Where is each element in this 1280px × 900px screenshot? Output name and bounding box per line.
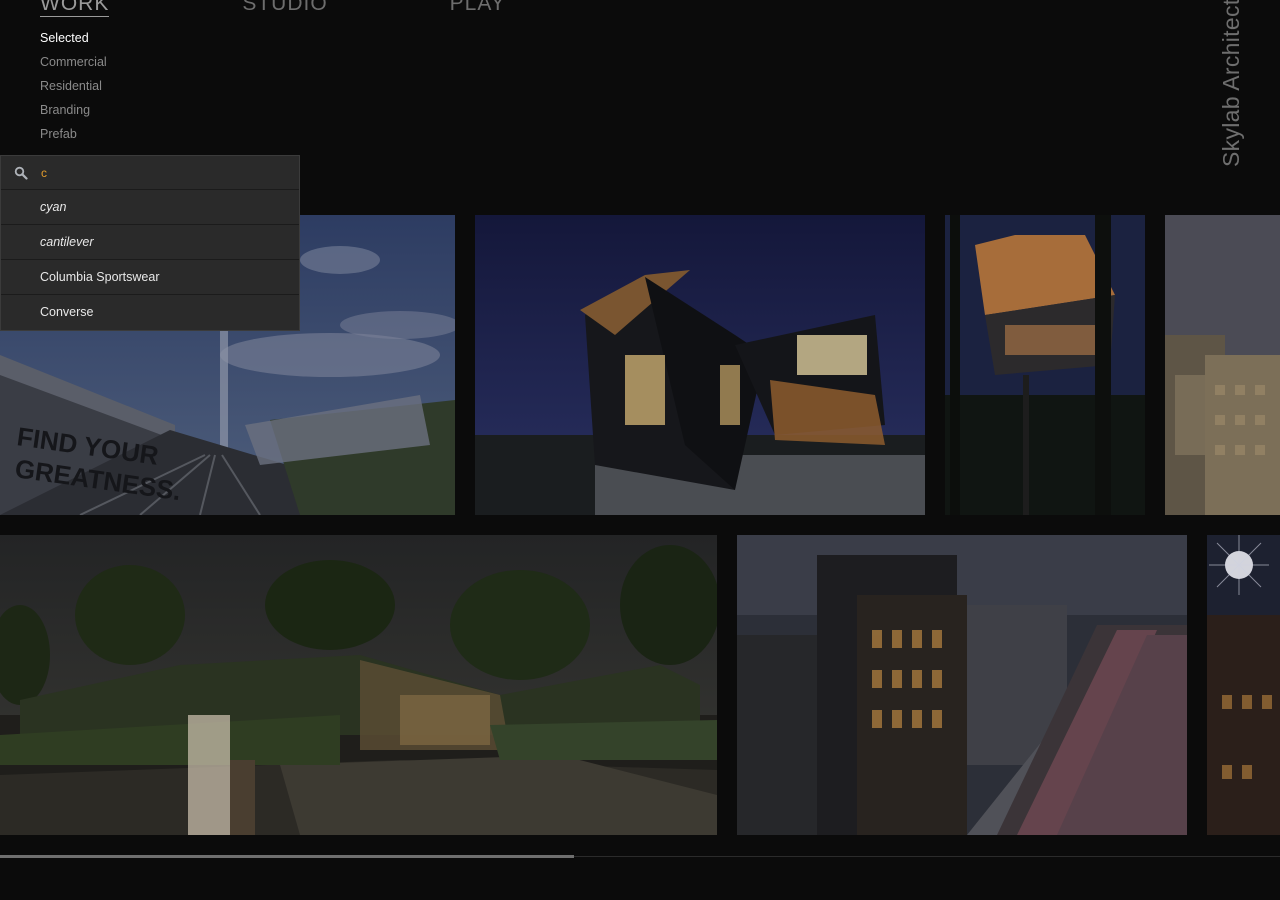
project-tile-sunburst[interactable]	[1207, 535, 1280, 835]
subnav-item-residential[interactable]: Residential	[40, 78, 107, 102]
nav-play[interactable]: PLAY	[450, 0, 506, 17]
work-subnav: Selected Commercial Residential Branding…	[40, 30, 107, 150]
search-input[interactable]	[41, 165, 281, 180]
gallery-scrollbar[interactable]	[0, 855, 1280, 858]
gallery-scrollbar-thumb[interactable]	[0, 855, 574, 858]
search-icon[interactable]	[1, 166, 41, 180]
subnav-item-branding[interactable]: Branding	[40, 102, 107, 126]
project-tile-treehouse[interactable]	[945, 215, 1145, 515]
search-suggestion-cantilever[interactable]: cantilever	[1, 225, 299, 260]
search-suggestion-cyan[interactable]: cyan	[1, 190, 299, 225]
nav-studio[interactable]: STUDIO	[242, 0, 327, 17]
subnav-item-commercial[interactable]: Commercial	[40, 54, 107, 78]
project-tile-city-buildings[interactable]	[1165, 215, 1280, 515]
search-suggestion-converse[interactable]: Converse	[1, 295, 299, 330]
search-bar	[1, 156, 299, 190]
nav-work[interactable]: WORK	[40, 0, 110, 17]
project-tile-modern-house[interactable]	[475, 215, 925, 515]
project-tile-green-roof[interactable]	[0, 535, 717, 835]
main-nav: WORK STUDIO PLAY	[40, 0, 506, 17]
search-suggestion-columbia-sportswear[interactable]: Columbia Sportswear	[1, 260, 299, 295]
search-box: cyan cantilever Columbia Sportswear Conv…	[0, 155, 300, 331]
subnav-item-prefab[interactable]: Prefab	[40, 126, 107, 150]
project-tile-brick-building[interactable]	[737, 535, 1187, 835]
subnav-item-selected[interactable]: Selected	[40, 30, 107, 54]
brand-logo[interactable]: Skylab Architecture	[1218, 0, 1245, 167]
